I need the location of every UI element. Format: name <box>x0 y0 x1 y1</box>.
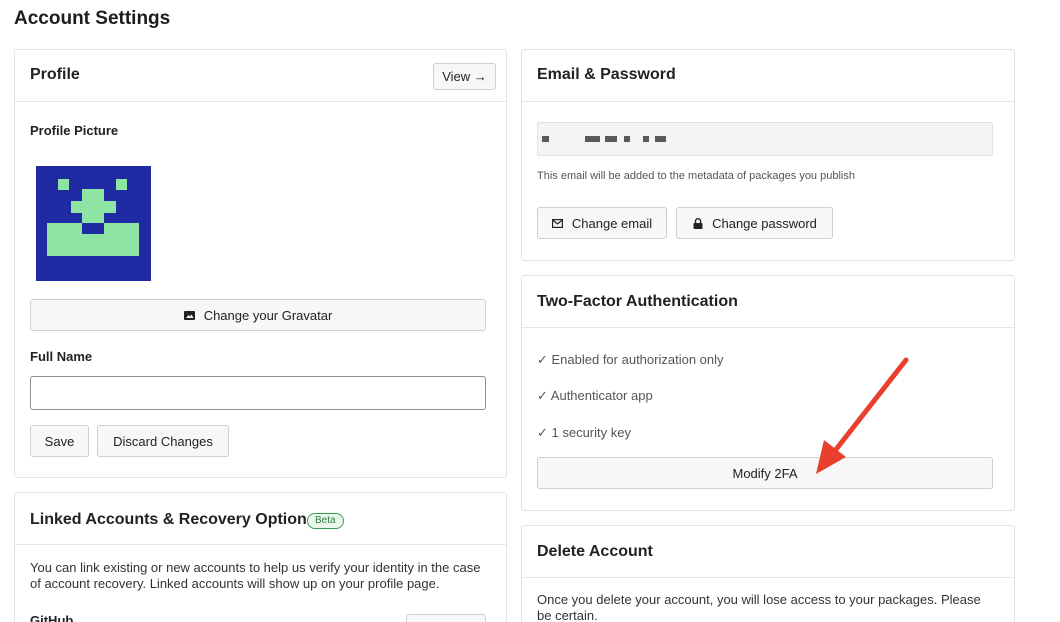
delete-account-card: Delete Account Once you delete your acco… <box>521 525 1015 622</box>
redacted-email <box>542 136 549 142</box>
email-display <box>537 122 993 156</box>
change-password-label: Change password <box>712 215 817 231</box>
two-factor-card: Two-Factor Authentication ✓ Enabled for … <box>521 275 1015 511</box>
profile-card: Profile View → Profile Picture Change yo… <box>14 49 507 478</box>
full-name-label: Full Name <box>30 349 93 364</box>
linked-accounts-title: Linked Accounts & Recovery Option <box>30 511 307 528</box>
linked-accounts-header: Linked Accounts & Recovery Option Beta <box>15 493 506 545</box>
delete-account-desc-line2: be certain. <box>537 608 598 622</box>
linked-accounts-card: Linked Accounts & Recovery Option Beta Y… <box>14 492 507 622</box>
email-password-header: Email & Password <box>522 50 1014 102</box>
linked-accounts-desc-line2: of account recovery. Linked accounts wil… <box>30 576 440 591</box>
avatar <box>36 166 151 281</box>
view-profile-button[interactable]: View → <box>433 63 496 90</box>
two-factor-status-item: ✓ Enabled for authorization only <box>537 352 724 367</box>
email-password-card: Email & Password This email will be adde… <box>521 49 1015 261</box>
profile-picture-label: Profile Picture <box>30 123 119 138</box>
github-label: GitHub <box>30 613 74 622</box>
beta-badge: Beta <box>307 513 344 529</box>
change-password-button[interactable]: Change password <box>676 207 833 239</box>
change-email-label: Change email <box>571 215 653 231</box>
link-github-button[interactable] <box>406 614 486 622</box>
linked-accounts-desc-line1: You can link existing or new accounts to… <box>30 560 481 575</box>
two-factor-header: Two-Factor Authentication <box>522 276 1014 328</box>
change-gravatar-button[interactable]: Change your Gravatar <box>30 299 486 331</box>
modify-2fa-button[interactable]: Modify 2FA <box>537 457 993 489</box>
two-factor-status-item: ✓ Authenticator app <box>537 388 653 403</box>
delete-account-desc-line1: Once you delete your account, you will l… <box>537 592 981 607</box>
email-password-title: Email & Password <box>537 66 676 83</box>
save-button[interactable]: Save <box>30 425 89 457</box>
lock-icon <box>692 217 704 229</box>
email-note: This email will be added to the metadata… <box>537 170 855 182</box>
two-factor-title: Two-Factor Authentication <box>537 293 738 310</box>
page-title: Account Settings <box>14 8 171 29</box>
full-name-input[interactable] <box>30 376 486 410</box>
image-icon <box>184 309 196 321</box>
profile-card-title: Profile <box>30 66 80 83</box>
two-factor-status-item: ✓ 1 security key <box>537 425 631 440</box>
discard-changes-button[interactable]: Discard Changes <box>97 425 229 457</box>
avatar-image <box>36 166 151 281</box>
change-gravatar-label: Change your Gravatar <box>203 307 333 323</box>
profile-card-header: Profile View → <box>15 50 506 102</box>
mail-icon <box>552 217 564 229</box>
delete-account-header: Delete Account <box>522 526 1014 578</box>
change-email-button[interactable]: Change email <box>537 207 667 239</box>
delete-account-title: Delete Account <box>537 543 653 560</box>
